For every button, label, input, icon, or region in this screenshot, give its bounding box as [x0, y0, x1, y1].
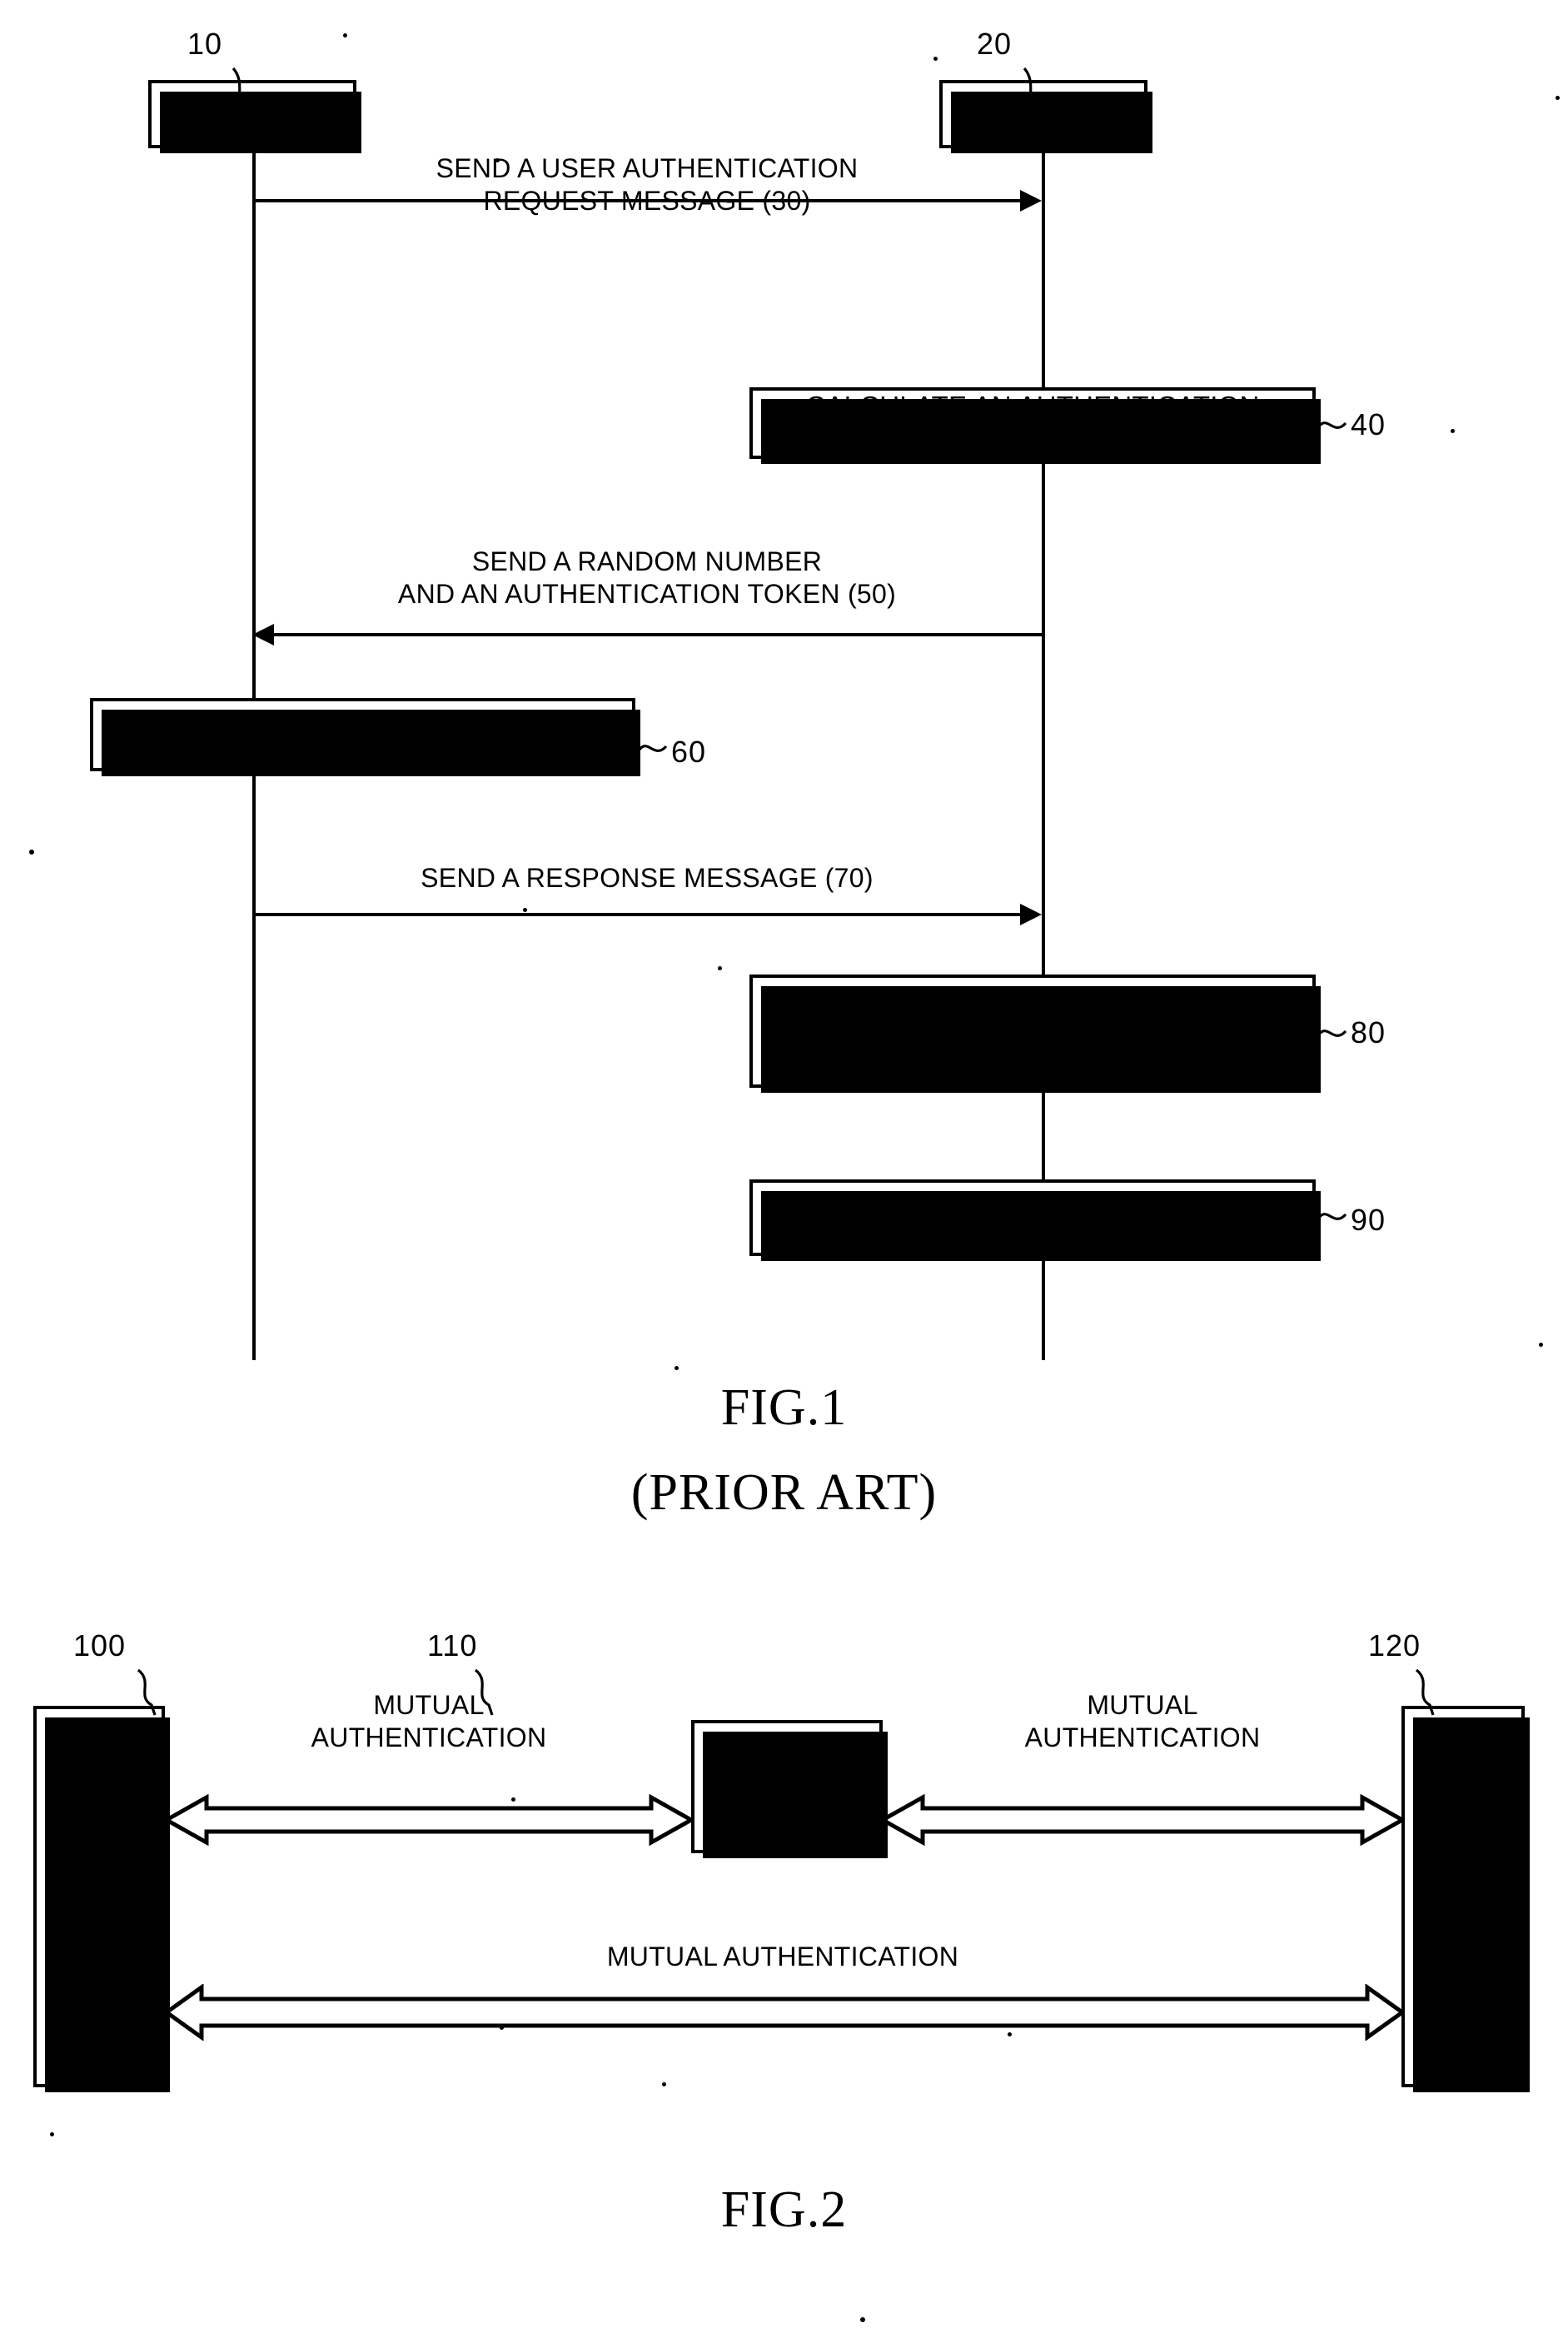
leader-line-40: [1317, 421, 1347, 429]
ref-numeral-20: 20: [977, 27, 1013, 61]
leader-line-20: [1023, 67, 1044, 142]
process-box-80: PERFORM AUTHENTICATION THROUGH VERIFICAT…: [749, 975, 1321, 1093]
scan-speck: [860, 2317, 865, 2322]
leader-line-80: [1317, 1029, 1347, 1037]
leader-line-120: [1415, 1668, 1435, 1716]
scan-speck: [50, 2132, 54, 2136]
message-label-70: SEND A RESPONSE MESSAGE (70): [421, 863, 874, 893]
link-label-sp-uim: MUTUAL AUTHENTICATION: [606, 1942, 959, 1972]
scan-speck: [674, 1366, 679, 1370]
process-box-40: CALCULATE AN AUTHENTICATION VECTOR: [749, 387, 1321, 464]
ref-numeral-10: 10: [187, 27, 223, 61]
message-label-30: SEND A USER AUTHENTICATION REQUEST MESSA…: [436, 153, 859, 217]
scan-speck: [1539, 1343, 1543, 1347]
process-label-40: CALCULATE AN AUTHENTICATION VECTOR: [805, 391, 1260, 454]
scan-speck: [933, 57, 938, 61]
node-box-terminal: Terminal: [691, 1720, 888, 1858]
scan-speck: [1451, 429, 1455, 433]
ref-numeral-120: 120: [1368, 1628, 1421, 1663]
ref-numeral-80: 80: [1351, 1015, 1386, 1049]
ref-numeral-90: 90: [1351, 1203, 1386, 1237]
process-box-60: GENERATE A SESSION KEY Ks: [90, 698, 640, 776]
link-label-sp-terminal: MUTUAL AUTHENTICATION: [311, 1690, 547, 1753]
node-box-uim: UIM: [1401, 1706, 1530, 2092]
leader-line-110: [474, 1668, 494, 1716]
arrowhead-left-50: [252, 624, 274, 646]
ref-numeral-100: 100: [73, 1628, 127, 1663]
message-line-50: [274, 633, 1042, 636]
figure-subcaption-1: (PRIOR ART): [630, 1464, 938, 1521]
scan-speck: [662, 2082, 666, 2086]
node-label-service-provider: Service Provider: [50, 1866, 148, 1926]
process-label-80: PERFORM AUTHENTICATION THROUGH VERIFICAT…: [765, 982, 1300, 1079]
figure-caption-2: FIG.2: [720, 2181, 848, 2238]
ref-numeral-110: 110: [427, 1628, 478, 1663]
scan-speck: [718, 966, 722, 970]
mutual-auth-arrow-sp-terminal: [163, 1794, 694, 1846]
leader-line-100: [137, 1668, 157, 1716]
message-label-50: SEND A RANDOM NUMBER AND AN AUTHENTICATI…: [397, 546, 897, 610]
node-label-uim: UIM: [1439, 1881, 1487, 1911]
mutual-auth-arrow-sp-uim: [163, 1984, 1406, 2041]
leader-line-10: [231, 67, 253, 142]
process-label-90: GENERATE THE SESSION KEY Ks: [809, 1201, 1257, 1233]
ref-numeral-60: 60: [671, 735, 707, 769]
mutual-auth-arrow-terminal-uim: [879, 1794, 1406, 1846]
leader-line-60: [638, 745, 668, 752]
arrowhead-right-30: [1020, 190, 1042, 212]
scan-speck: [1556, 96, 1560, 100]
process-label-60: GENERATE A SESSION KEY Ks: [158, 718, 567, 750]
leader-line-90: [1317, 1213, 1347, 1220]
scan-speck: [343, 33, 347, 37]
node-box-service-provider: Service Provider: [33, 1706, 170, 2092]
ref-numeral-40: 40: [1351, 407, 1386, 441]
arrowhead-right-70: [1020, 904, 1042, 925]
figure-caption-1: FIG.1: [720, 1379, 848, 1436]
scan-speck: [523, 908, 527, 912]
lifeline-bsf: [1042, 148, 1045, 1360]
patent-drawing-sheet: 10 20 UE BSF SEND A USER AUTHENTICATION …: [0, 0, 1568, 2328]
link-label-terminal-uim: MUTUAL AUTHENTICATION: [1024, 1690, 1261, 1753]
message-line-30: [252, 199, 1022, 202]
node-label-terminal: Terminal: [737, 1771, 837, 1801]
message-line-70: [252, 913, 1022, 916]
scan-speck: [29, 850, 34, 855]
process-box-90: GENERATE THE SESSION KEY Ks: [749, 1179, 1321, 1261]
